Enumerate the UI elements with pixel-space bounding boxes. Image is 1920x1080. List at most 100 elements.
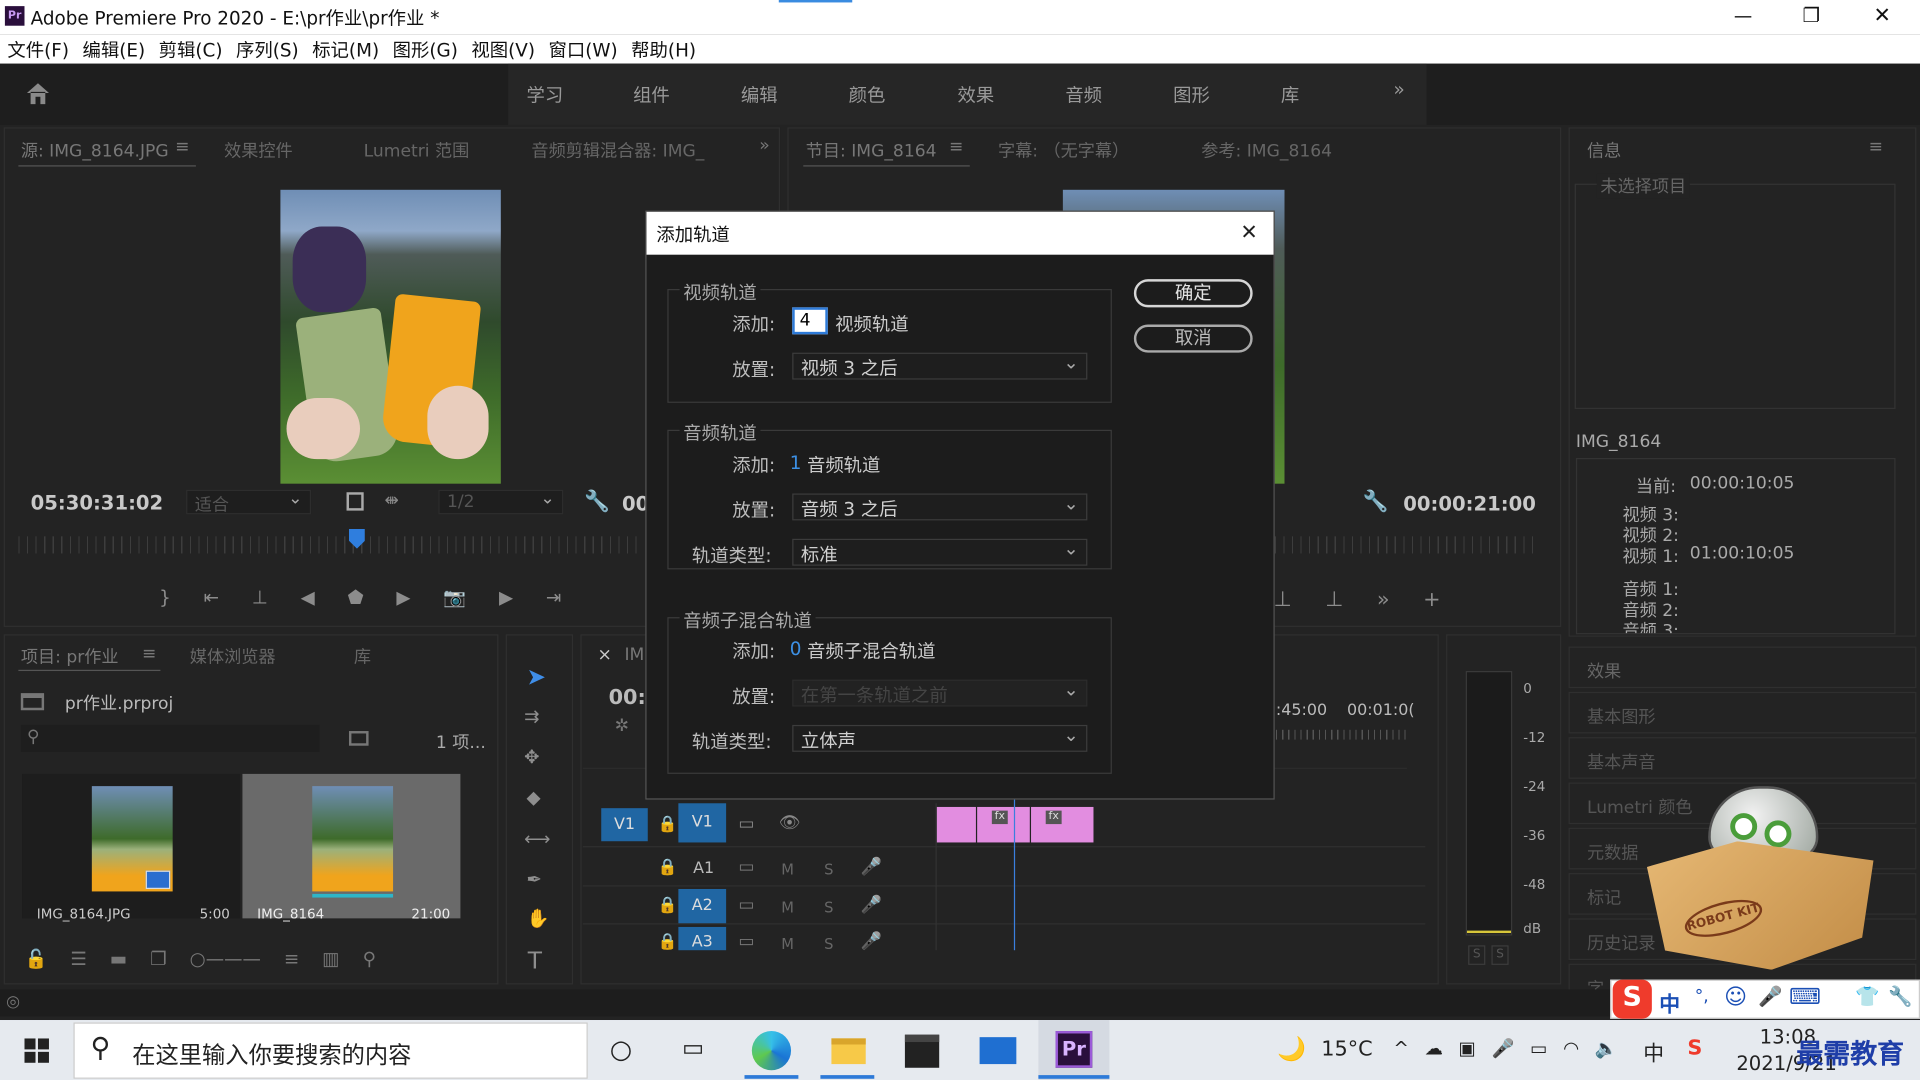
workspace-libraries[interactable]: 库: [1281, 82, 1299, 108]
submix-add-value[interactable]: 0: [790, 638, 802, 660]
menu-sequence[interactable]: 序列(S): [236, 37, 299, 63]
freeform-view-icon[interactable]: ❐: [150, 948, 166, 970]
ime-emoji-icon[interactable]: ☺: [1724, 984, 1747, 1010]
sogou-tray-icon[interactable]: S: [1687, 1036, 1702, 1060]
premiere-taskbar-icon[interactable]: Pr: [1055, 1031, 1093, 1068]
show-hidden-icon[interactable]: ^: [1393, 1037, 1408, 1059]
right-panel-effects[interactable]: 效果: [1568, 646, 1917, 689]
step-forward-icon[interactable]: ▶: [499, 587, 513, 609]
program-more-icon[interactable]: »: [1377, 588, 1390, 612]
solo-left-button[interactable]: S: [1468, 945, 1486, 965]
track-target-a2[interactable]: A2: [678, 888, 727, 924]
solo-button[interactable]: S: [824, 899, 833, 916]
source-patch-v1[interactable]: V1: [601, 808, 648, 842]
effect-controls-tab[interactable]: 效果控件: [224, 138, 293, 162]
menu-help[interactable]: 帮助(H): [631, 37, 696, 63]
track-target-v1[interactable]: V1: [678, 803, 727, 843]
export-frame-icon[interactable]: [346, 492, 364, 511]
sort-icon[interactable]: ≡: [284, 948, 299, 970]
audio-type-dropdown[interactable]: 标准: [792, 538, 1088, 566]
source-ratio-dropdown[interactable]: 1/2: [438, 489, 564, 515]
extract-icon[interactable]: ⊥: [1325, 588, 1343, 612]
source-menu-icon[interactable]: ≡: [175, 137, 189, 157]
project-menu-icon[interactable]: ≡: [142, 644, 156, 664]
type-tool-icon[interactable]: T: [528, 950, 542, 973]
ripple-edit-icon[interactable]: ✥: [524, 748, 539, 766]
selection-tool-icon[interactable]: ➤: [527, 666, 546, 689]
file-explorer-icon[interactable]: [831, 1038, 866, 1065]
dialog-close-button[interactable]: ✕: [1240, 220, 1257, 244]
marker-icon[interactable]: ⬟: [348, 587, 364, 609]
clip-2[interactable]: fx: [977, 806, 1030, 843]
clip-3[interactable]: fx: [1031, 806, 1094, 843]
captions-tab[interactable]: 字幕: （无字幕）: [998, 138, 1129, 162]
solo-button[interactable]: S: [824, 861, 833, 878]
volume-icon[interactable]: 🔈: [1595, 1037, 1618, 1059]
menu-edit[interactable]: 编辑(E): [82, 37, 145, 63]
ime-tools-icon[interactable]: 🔧: [1888, 984, 1912, 1007]
workspace-audio[interactable]: 音频: [1065, 82, 1102, 108]
submix-type-dropdown[interactable]: 立体声: [792, 724, 1088, 752]
workspace-editing[interactable]: 编辑: [741, 82, 778, 108]
tray-app-icon[interactable]: ▣: [1459, 1037, 1476, 1059]
snap-icon[interactable]: ✲: [615, 716, 629, 736]
workspace-learn[interactable]: 学习: [527, 82, 564, 108]
ok-button[interactable]: 确定: [1133, 279, 1253, 308]
track-lock-icon[interactable]: 🔒: [658, 816, 678, 834]
project-item-2[interactable]: IMG_8164 21:00: [242, 773, 461, 922]
workspace-graphics[interactable]: 图形: [1173, 82, 1210, 108]
timeline-tab[interactable]: IM: [624, 645, 644, 665]
mic-tray-icon[interactable]: 🎤: [1492, 1037, 1515, 1059]
reference-tab[interactable]: 参考: IMG_8164: [1201, 138, 1332, 162]
cortana-icon[interactable]: ○: [610, 1035, 632, 1064]
ime-chinese-mode[interactable]: 中: [1659, 987, 1680, 1017]
program-menu-icon[interactable]: ≡: [949, 137, 963, 157]
mail-icon[interactable]: [979, 1037, 1017, 1065]
mic-icon[interactable]: 🎤: [861, 857, 882, 877]
project-item-1[interactable]: IMG_8164.JPG 5:00: [22, 773, 241, 922]
hand-tool-icon[interactable]: ✋: [527, 909, 550, 928]
pen-tool-icon[interactable]: ✒: [527, 870, 542, 889]
media-browser-tab[interactable]: 媒体浏览器: [190, 644, 276, 668]
ime-skin-icon[interactable]: 👕: [1855, 984, 1879, 1007]
menu-graphics[interactable]: 图形(G): [393, 37, 458, 63]
timeline-playhead[interactable]: [1013, 783, 1016, 951]
source-wrench-icon[interactable]: 🔧: [584, 490, 610, 514]
track-target-a1[interactable]: A1: [693, 860, 714, 878]
timeline-ruler[interactable]: [1275, 729, 1409, 740]
sync-lock-icon[interactable]: ▭: [738, 814, 754, 834]
libraries-tab[interactable]: 库: [354, 644, 371, 668]
info-menu-icon[interactable]: ≡: [1869, 137, 1883, 157]
slip-tool-icon[interactable]: ⟷: [524, 830, 550, 848]
ime-keyboard-icon[interactable]: ⌨: [1789, 984, 1821, 1010]
video-place-dropdown[interactable]: 视频 3 之后: [792, 351, 1088, 380]
lumetri-scopes-tab[interactable]: Lumetri 范围: [364, 138, 470, 162]
source-tab[interactable]: 源: IMG_8164.JPG: [21, 138, 169, 162]
icon-view-icon[interactable]: ▬: [110, 948, 127, 970]
source-fit-dropdown[interactable]: 适合: [186, 489, 312, 516]
automate-icon[interactable]: ▥: [322, 948, 339, 970]
track-target-a3[interactable]: A3: [678, 926, 727, 951]
menu-marker[interactable]: 标记(M): [312, 37, 379, 63]
zoom-slider[interactable]: ○———: [190, 948, 261, 970]
step-back-icon[interactable]: ◀: [301, 587, 315, 609]
workspace-more-icon[interactable]: »: [1393, 78, 1404, 100]
workspace-assembly[interactable]: 组件: [633, 82, 670, 108]
cancel-button[interactable]: 取消: [1133, 324, 1253, 353]
menu-clip[interactable]: 剪辑(C): [159, 37, 223, 63]
workspace-effects[interactable]: 效果: [958, 82, 995, 108]
track-lock-icon[interactable]: 🔒: [658, 858, 678, 876]
find-icon[interactable]: ⚲: [363, 948, 376, 970]
menu-window[interactable]: 窗口(W): [548, 37, 617, 63]
mark-out-icon[interactable]: }: [159, 587, 171, 609]
mic-icon[interactable]: 🎤: [861, 895, 882, 915]
ime-voice-icon[interactable]: 🎤: [1758, 984, 1782, 1007]
video-add-input[interactable]: 4: [792, 307, 828, 335]
timeline-close-icon[interactable]: ×: [598, 645, 612, 665]
store-icon[interactable]: [904, 1034, 940, 1068]
overwrite-icon[interactable]: ⊥: [252, 587, 268, 609]
play-icon[interactable]: ▶: [396, 587, 410, 609]
insert-icon[interactable]: ⇼: [384, 491, 398, 511]
home-icon[interactable]: [24, 81, 51, 105]
battery-icon[interactable]: ▭: [1530, 1037, 1547, 1059]
